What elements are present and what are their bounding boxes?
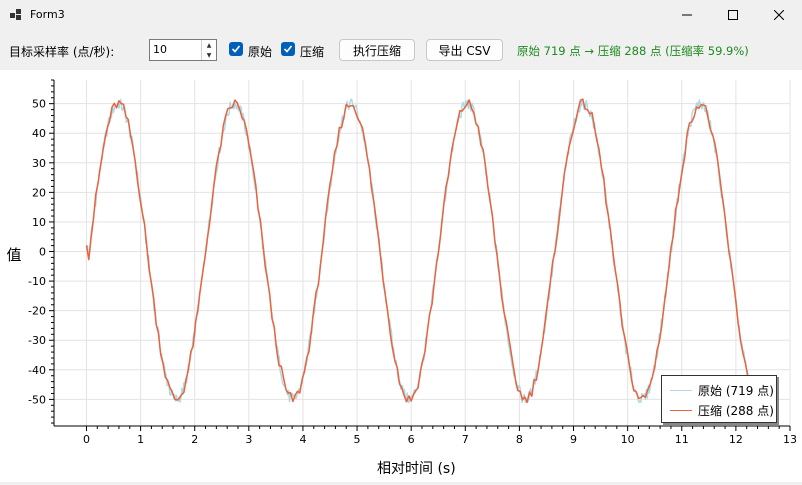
stepper-up-icon[interactable]: ▲ — [202, 40, 216, 50]
y-tick-label: 20 — [32, 186, 46, 199]
compression-status: 原始 719 点 → 压缩 288 点 (压缩率 59.9%) — [517, 44, 749, 58]
x-tick-label: 12 — [729, 433, 743, 446]
x-tick-label: 3 — [245, 433, 252, 446]
legend-line-compressed — [670, 409, 692, 411]
x-tick-label: 13 — [783, 433, 797, 446]
chart-legend: 原始 (719 点) 压缩 (288 点) — [661, 375, 777, 423]
window-title: Form3 — [30, 8, 65, 21]
sample-rate-label: 目标采样率 (点/秒): — [9, 45, 115, 59]
maximize-icon — [728, 10, 738, 20]
export-csv-button[interactable]: 导出 CSV — [426, 39, 503, 61]
close-icon — [774, 10, 784, 20]
y-tick-label: -20 — [28, 305, 46, 318]
x-tick-label: 1 — [137, 433, 144, 446]
x-tick-label: 0 — [83, 433, 90, 446]
y-tick-label: -50 — [28, 393, 46, 406]
minimize-button[interactable] — [664, 0, 710, 30]
legend-label-original: 原始 (719 点) — [698, 383, 774, 398]
original-checkbox[interactable] — [229, 42, 243, 56]
y-tick-label: 40 — [32, 127, 46, 140]
title-bar: Form3 — [0, 0, 802, 30]
series-line-compressed — [85, 98, 753, 404]
x-tick-label: 7 — [462, 433, 469, 446]
x-tick-label: 6 — [408, 433, 415, 446]
compressed-checkbox[interactable] — [281, 42, 295, 56]
y-tick-label: -30 — [28, 334, 46, 347]
original-checkbox-label[interactable]: 原始 — [248, 43, 272, 60]
x-tick-label: 5 — [354, 433, 361, 446]
legend-label-compressed: 压缩 (288 点) — [698, 403, 774, 418]
toolbar: 目标采样率 (点/秒): 10 ▲ ▼ 原始 压缩 执行压缩 导出 CSV 原始… — [0, 30, 802, 70]
checkmark-icon — [283, 45, 293, 53]
x-tick-label: 4 — [299, 433, 306, 446]
checkmark-icon — [231, 45, 241, 53]
legend-item-original: 原始 (719 点) — [670, 382, 774, 398]
x-tick-label: 11 — [675, 433, 689, 446]
y-tick-label: 30 — [32, 157, 46, 170]
x-tick-label: 2 — [191, 433, 198, 446]
legend-item-compressed: 压缩 (288 点) — [670, 402, 774, 418]
minimize-icon — [682, 14, 692, 16]
y-axis-label: 值 — [6, 246, 22, 264]
compressed-checkbox-label[interactable]: 压缩 — [300, 43, 324, 60]
y-tick-label: -40 — [28, 364, 46, 377]
y-tick-label: 10 — [32, 216, 46, 229]
x-tick-label: 8 — [516, 433, 523, 446]
y-tick-label: 50 — [32, 98, 46, 111]
y-tick-label: -10 — [28, 275, 46, 288]
x-tick-label: 9 — [570, 433, 577, 446]
stepper-arrows: ▲ ▼ — [201, 40, 216, 60]
maximize-button[interactable] — [710, 0, 756, 30]
stepper-down-icon[interactable]: ▼ — [202, 50, 216, 60]
legend-line-original — [670, 389, 692, 391]
compress-button[interactable]: 执行压缩 — [339, 39, 415, 61]
series-line-original — [86, 98, 753, 403]
sample-rate-value: 10 — [153, 43, 167, 56]
x-axis-label: 相对时间 (s) — [377, 461, 456, 477]
y-tick-label: 0 — [39, 246, 46, 259]
app-icon — [10, 9, 21, 20]
close-button[interactable] — [756, 0, 802, 30]
chart-area[interactable]: 0 1 2 3 4 5 6 7 8 9 10 11 12 13 50 40 30 20 10 0 -10 -20 -30 -4… — [0, 70, 802, 482]
x-tick-label: 10 — [621, 433, 635, 446]
sample-rate-stepper[interactable]: 10 ▲ ▼ — [149, 39, 217, 61]
